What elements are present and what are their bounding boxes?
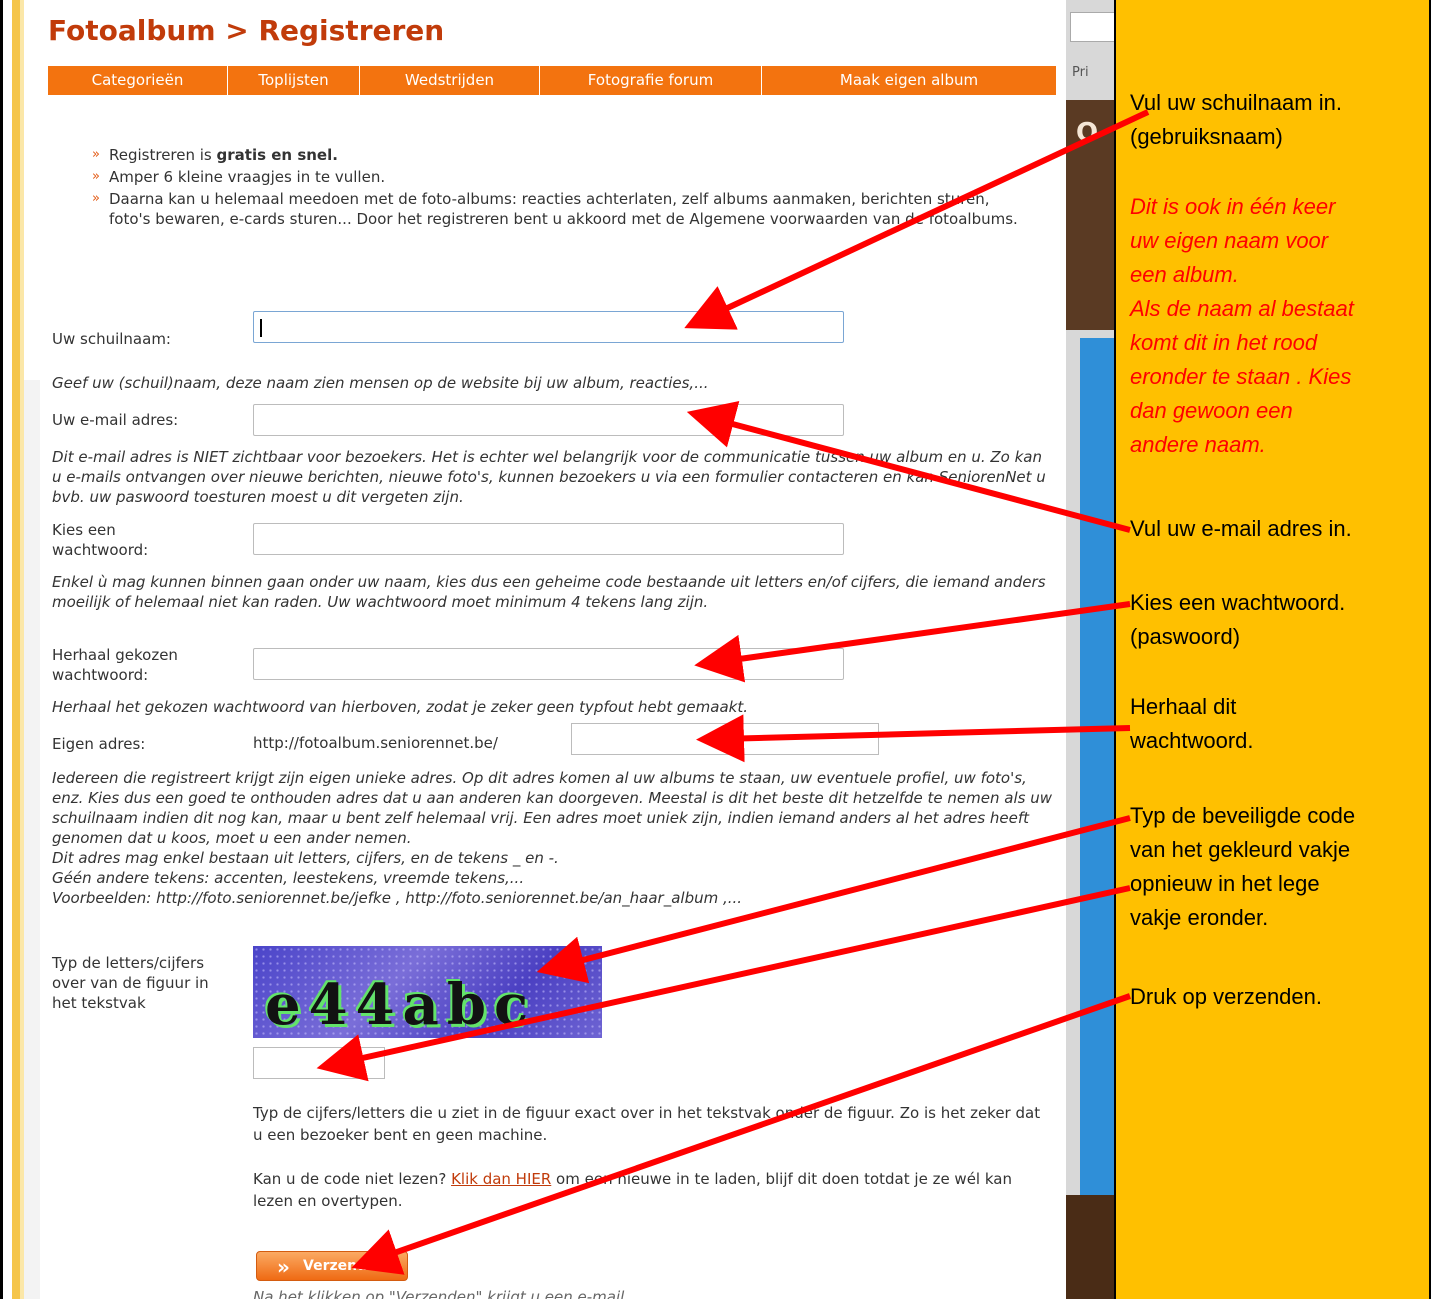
annotation-arrows bbox=[316, 109, 1150, 1275]
arrow-to-address bbox=[696, 714, 1131, 763]
arrow-to-submit bbox=[351, 993, 1131, 1275]
arrow-to-password bbox=[694, 601, 1131, 683]
arrow-to-username bbox=[684, 109, 1150, 330]
arrow-to-email bbox=[686, 400, 1131, 533]
arrow-to-captcha-image bbox=[536, 815, 1131, 984]
